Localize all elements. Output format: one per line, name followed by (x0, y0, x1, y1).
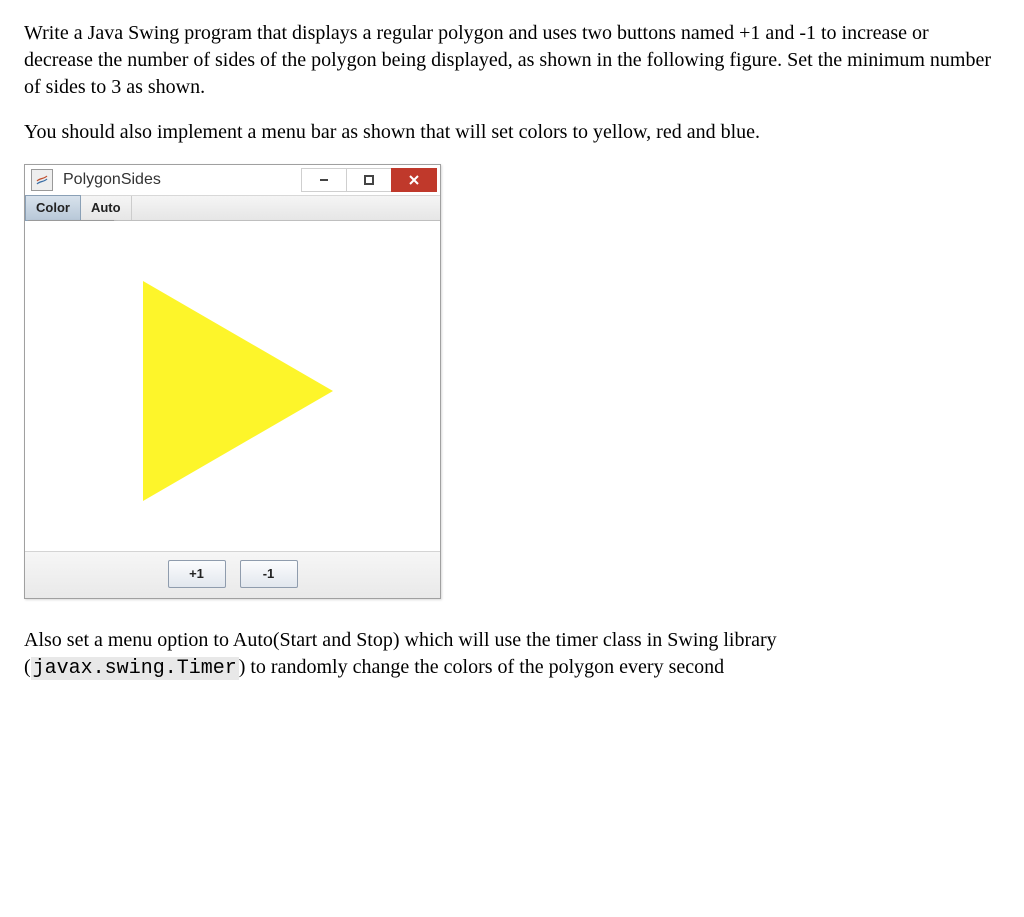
button-bar: +1 -1 (25, 551, 440, 598)
java-app-icon (31, 169, 53, 191)
increment-button[interactable]: +1 (168, 560, 226, 588)
window-control-buttons (302, 168, 437, 192)
maximize-button[interactable] (346, 168, 392, 192)
code-timer-class: javax.swing.Timer (31, 657, 239, 680)
para3-after: ) to randomly change the colors of the p… (239, 656, 724, 678)
menu-auto[interactable]: Auto (81, 196, 132, 220)
close-icon (408, 174, 420, 186)
polygon-canvas (25, 221, 440, 551)
triangle-polygon (143, 281, 333, 501)
minimize-icon (318, 174, 330, 186)
swing-window: PolygonSides Color Auto Yellow Red Blue (24, 164, 441, 599)
maximize-icon (363, 174, 375, 186)
menu-color[interactable]: Color (25, 195, 81, 221)
minimize-button[interactable] (301, 168, 347, 192)
menu-bar: Color Auto Yellow Red Blue (25, 196, 440, 221)
decrement-button[interactable]: -1 (240, 560, 298, 588)
window-title: PolygonSides (63, 169, 302, 191)
close-button[interactable] (391, 168, 437, 192)
question-paragraph-1: Write a Java Swing program that displays… (24, 20, 1000, 101)
question-paragraph-2: You should also implement a menu bar as … (24, 119, 1000, 146)
question-paragraph-3: Also set a menu option to Auto(Start and… (24, 627, 1000, 682)
window-titlebar: PolygonSides (25, 165, 440, 196)
polygon-shape (143, 281, 343, 501)
